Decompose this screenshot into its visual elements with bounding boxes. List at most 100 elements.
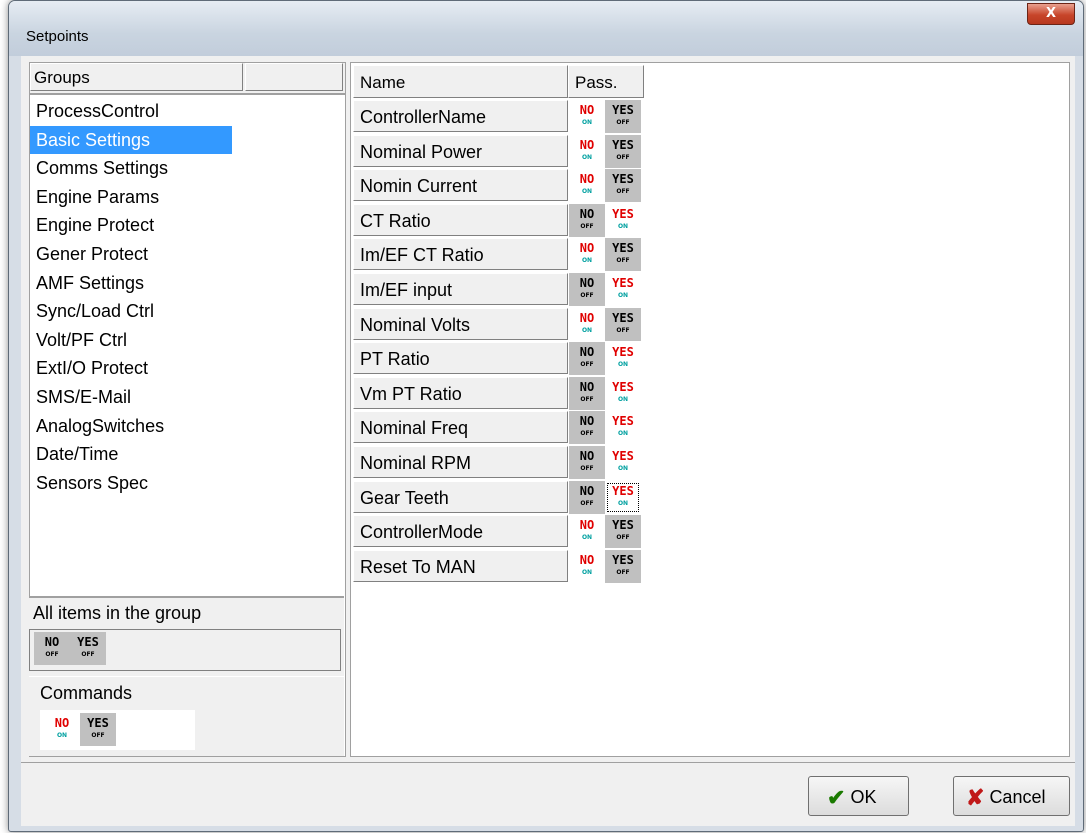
no-switch[interactable]: NO ON [569, 515, 605, 549]
switch-sublabel: ON [617, 292, 629, 299]
table-row: CT Ratio NO OFF YES ON [353, 203, 644, 237]
setpoint-name[interactable]: ControllerMode [353, 515, 568, 548]
yes-switch[interactable]: YES OFF [605, 100, 641, 133]
group-item[interactable]: Date/Time [30, 440, 232, 469]
setpoint-name[interactable]: ControllerName [353, 100, 568, 132]
groups-column-header-blank[interactable] [245, 63, 343, 91]
yes-switch[interactable]: YES ON [605, 480, 641, 514]
title-bar[interactable]: Setpoints X [9, 1, 1083, 56]
group-item[interactable]: SMS/E-Mail [30, 383, 232, 412]
no-switch[interactable]: NO OFF [569, 273, 605, 306]
no-switch[interactable]: NO OFF [569, 411, 605, 445]
yes-switch[interactable]: YES OFF [605, 134, 641, 168]
setpoint-name[interactable]: Vm PT Ratio [353, 376, 568, 409]
switch-label: NO [579, 449, 595, 463]
no-switch[interactable]: NO ON [569, 134, 605, 168]
switch-sublabel: OFF [616, 188, 630, 196]
switch-sublabel: ON [581, 568, 593, 576]
switch-sublabel: OFF [616, 534, 630, 542]
setpoint-name[interactable]: Nominal Freq [353, 411, 568, 444]
no-switch[interactable]: NO ON [569, 238, 605, 272]
switch-label: YES [612, 241, 634, 256]
commands-yes-switch[interactable]: YES OFF [80, 713, 116, 746]
close-button[interactable]: X [1027, 3, 1075, 25]
setpoint-name[interactable]: Im/EF CT Ratio [353, 238, 568, 271]
table-row: ControllerMode NO ON YES OFF [353, 514, 644, 549]
setpoint-name[interactable]: Reset To MAN [353, 549, 568, 582]
group-item[interactable]: ExtI/O Protect [30, 354, 232, 383]
switch-label: NO [44, 635, 60, 649]
groups-header: Groups [30, 63, 345, 95]
switch-label: YES [612, 552, 634, 567]
group-item[interactable]: Comms Settings [30, 154, 232, 183]
group-item[interactable]: ProcessControl [30, 97, 232, 126]
group-item[interactable]: Volt/PF Ctrl [30, 326, 232, 355]
switch-label: NO [579, 206, 595, 221]
group-item[interactable]: Sensors Spec [30, 469, 232, 498]
yes-switch[interactable]: YES OFF [605, 238, 641, 272]
switch-label: NO [579, 172, 595, 187]
pass-column-header[interactable]: Pass. [568, 65, 644, 98]
name-column-header[interactable]: Name [353, 65, 568, 98]
cancel-button[interactable]: ✘ Cancel [953, 776, 1070, 816]
switch-label: NO [579, 552, 595, 567]
switch-label: NO [579, 241, 595, 256]
yes-switch[interactable]: YES OFF [605, 549, 641, 583]
no-switch[interactable]: NO ON [569, 549, 605, 583]
group-item[interactable]: AMF Settings [30, 269, 232, 298]
yes-switch[interactable]: YES ON [605, 376, 641, 410]
no-switch[interactable]: NO OFF [569, 203, 605, 237]
switch-sublabel: OFF [616, 568, 630, 576]
setpoint-name[interactable]: CT Ratio [353, 203, 568, 236]
switch-label: YES [87, 716, 109, 730]
switch-label: NO [54, 716, 70, 730]
groups-list: ProcessControl Basic Settings Comms Settin… [30, 97, 345, 497]
no-switch[interactable]: NO ON [569, 169, 605, 203]
switch-sublabel: OFF [616, 326, 630, 334]
switch-sublabel: ON [617, 430, 629, 438]
switch-label: NO [579, 103, 595, 117]
switch-sublabel: ON [581, 257, 593, 265]
setpoint-name[interactable]: Nomin Current [353, 169, 568, 202]
yes-switch[interactable]: YES ON [605, 342, 641, 376]
switch-label: YES [612, 103, 634, 117]
yes-switch[interactable]: YES OFF [605, 307, 641, 341]
setpoint-name[interactable]: Gear Teeth [353, 480, 568, 513]
ok-button[interactable]: ✔ OK [808, 776, 909, 816]
no-switch[interactable]: NO OFF [569, 376, 605, 410]
groups-column-header[interactable]: Groups [30, 63, 243, 91]
group-item[interactable]: AnalogSwitches [30, 412, 232, 441]
setpoint-name[interactable]: PT Ratio [353, 342, 568, 375]
group-item[interactable]: Sync/Load Ctrl [30, 297, 232, 326]
group-item[interactable]: Gener Protect [30, 240, 232, 269]
setpoints-table: Name Pass. ControllerName NO ON YES OFF Nomin… [350, 62, 1070, 757]
yes-switch[interactable]: YES OFF [605, 515, 641, 549]
no-switch[interactable]: NO ON [569, 100, 605, 133]
commands-no-switch[interactable]: NO ON [44, 713, 80, 746]
yes-switch[interactable]: YES ON [605, 411, 641, 445]
window-title: Setpoints [26, 28, 89, 45]
setpoint-name[interactable]: Nominal RPM [353, 446, 568, 478]
no-switch[interactable]: NO OFF [569, 446, 605, 479]
no-switch[interactable]: NO ON [569, 307, 605, 341]
yes-switch[interactable]: YES ON [605, 446, 641, 479]
yes-switch[interactable]: YES OFF [605, 169, 641, 203]
switch-label: NO [579, 137, 595, 152]
setpoint-name[interactable]: Im/EF input [353, 273, 568, 305]
group-item[interactable]: Basic Settings [30, 125, 232, 155]
setpoint-name[interactable]: Nominal Power [353, 134, 568, 167]
yes-switch[interactable]: YES ON [605, 203, 641, 237]
switch-label: YES [612, 137, 634, 152]
all-items-no-switch[interactable]: NO OFF [34, 632, 70, 665]
setpoint-name[interactable]: Nominal Volts [353, 307, 568, 340]
group-item[interactable]: Engine Params [30, 183, 232, 212]
switch-label: NO [579, 345, 595, 360]
group-item[interactable]: Engine Protect [30, 211, 232, 240]
switch-label: YES [612, 310, 634, 325]
all-items-yes-switch[interactable]: YES OFF [70, 632, 106, 665]
switch-sublabel: OFF [580, 361, 594, 369]
all-items-switch-box: NO OFF YES OFF [29, 629, 341, 671]
no-switch[interactable]: NO OFF [569, 480, 605, 514]
no-switch[interactable]: NO OFF [569, 342, 605, 376]
yes-switch[interactable]: YES ON [605, 273, 641, 306]
